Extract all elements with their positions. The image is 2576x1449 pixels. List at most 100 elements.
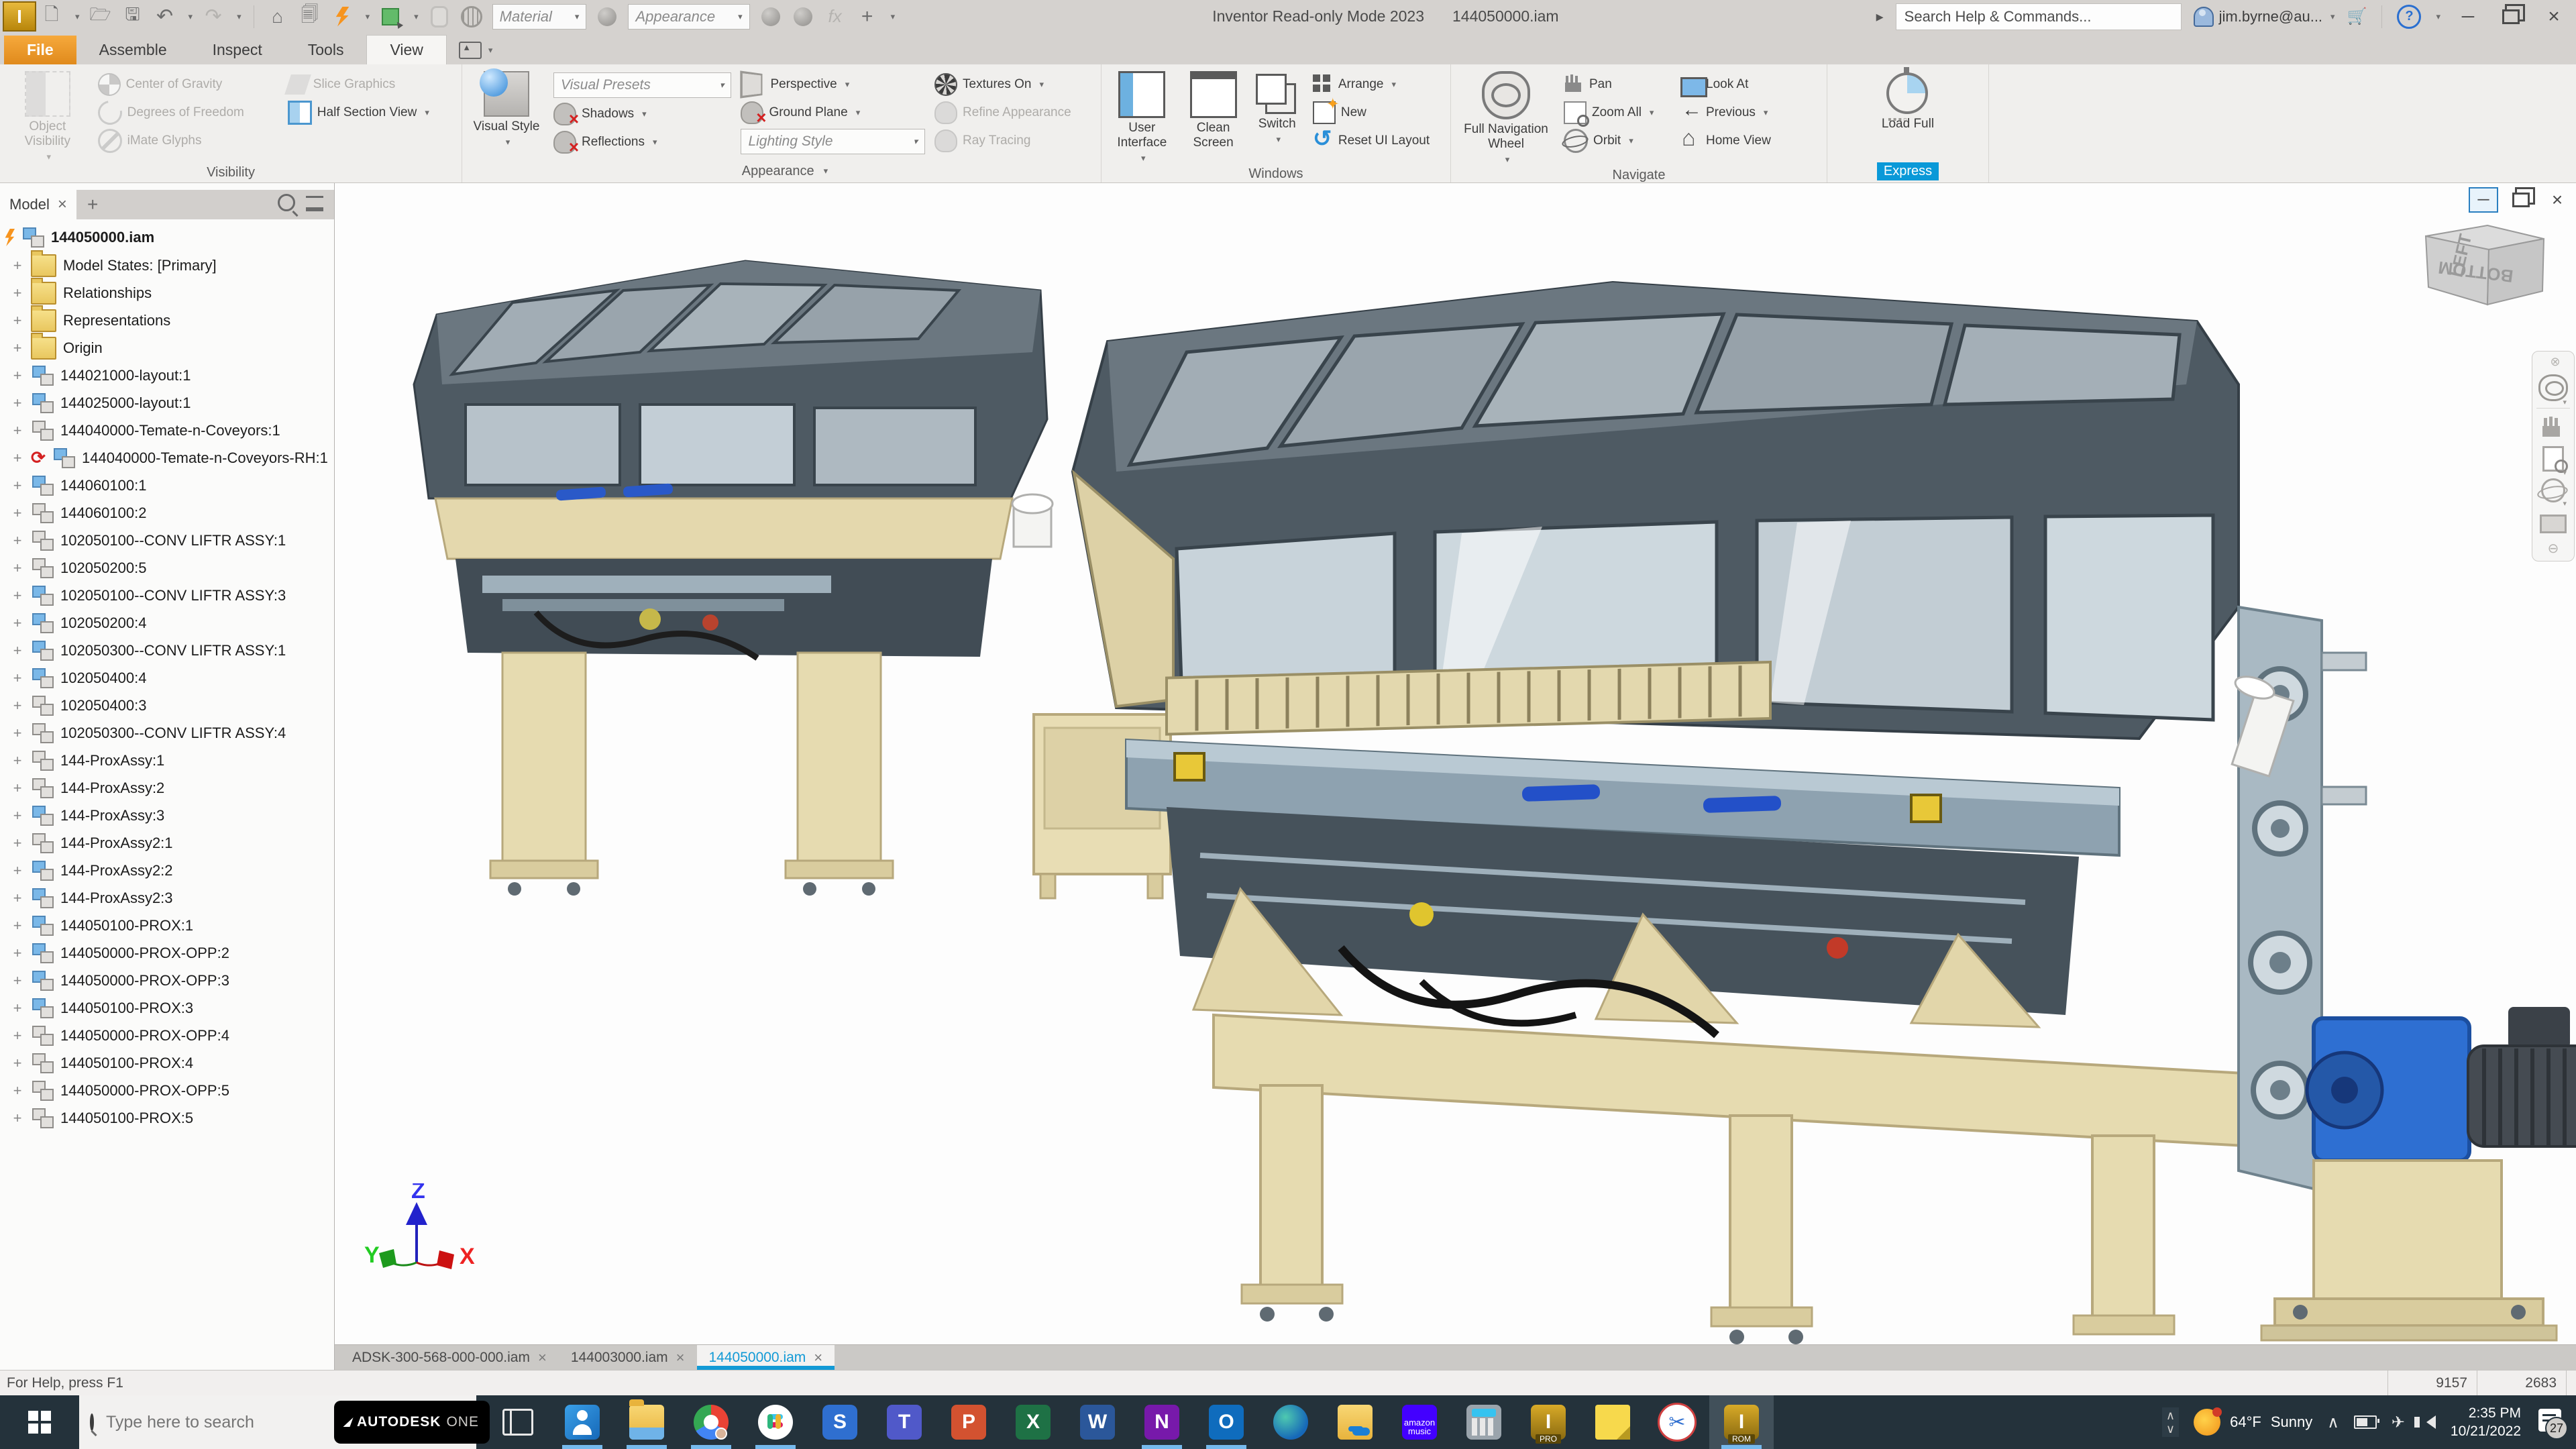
tree-item[interactable]: 144-ProxAssy:3 xyxy=(11,802,334,829)
degrees-of-freedom-button[interactable]: Degrees of Freedom xyxy=(93,95,278,130)
expander-icon[interactable] xyxy=(11,807,24,824)
tree-item[interactable]: 144050000-PROX-OPP:3 xyxy=(11,967,334,994)
onenote-app[interactable]: N xyxy=(1130,1395,1194,1449)
chrome-app[interactable] xyxy=(679,1395,743,1449)
tray-chevron-icon[interactable]: ∧ xyxy=(2327,1413,2339,1432)
tab-assemble[interactable]: Assemble xyxy=(76,36,190,64)
expander-icon[interactable] xyxy=(11,1027,24,1044)
document-tab[interactable]: 144003000.iam xyxy=(559,1345,697,1370)
tree-item[interactable]: 144050000-PROX-OPP:2 xyxy=(11,939,334,967)
navbar-close-icon[interactable]: ⊗ xyxy=(2540,355,2570,368)
tab-tools[interactable]: Tools xyxy=(285,36,367,64)
expander-icon[interactable] xyxy=(11,1082,24,1099)
navbar-more-icon[interactable]: ⊖ xyxy=(2548,540,2559,557)
app-close-button[interactable]: × xyxy=(2538,3,2569,30)
3d-viewport[interactable]: ─ × LEFT BOTTOM ⊗ ▾ ▾ ▾ ⊖ Z Y X xyxy=(335,183,2576,1344)
sticky-notes-app[interactable] xyxy=(1580,1395,1645,1449)
object-visibility-button[interactable]: Object Visibility ▾ xyxy=(7,70,89,164)
onedrive-app[interactable] xyxy=(1323,1395,1387,1449)
calculator-app[interactable] xyxy=(1452,1395,1516,1449)
amazon-music-app[interactable]: amazon music xyxy=(1387,1395,1452,1449)
add-browser-tab-icon[interactable]: + xyxy=(87,194,98,215)
copy-properties-icon[interactable] xyxy=(299,5,321,28)
redo-icon[interactable] xyxy=(202,5,225,28)
material-ball-icon[interactable] xyxy=(596,5,619,28)
visibility-toggle-icon[interactable] xyxy=(428,5,451,28)
panel-label-navigate[interactable]: Navigate xyxy=(1451,166,1827,184)
app-minimize-button[interactable]: ─ xyxy=(2453,3,2483,30)
expander-icon[interactable] xyxy=(11,394,24,412)
expander-icon[interactable] xyxy=(11,724,24,742)
inventor-pro-app[interactable]: I PRO xyxy=(1516,1395,1580,1449)
close-tab-icon[interactable] xyxy=(676,1349,685,1366)
task-view-button[interactable] xyxy=(486,1395,550,1449)
tree-item[interactable]: Relationships xyxy=(11,277,334,307)
expander-icon[interactable] xyxy=(11,835,24,852)
tree-item[interactable]: 102050100--CONV LIFTR ASSY:1 xyxy=(11,527,334,554)
doc-close-button[interactable]: × xyxy=(2544,189,2571,211)
expander-icon[interactable] xyxy=(11,559,24,577)
tree-item[interactable]: Model States: [Primary] xyxy=(11,250,334,279)
document-tab[interactable]: 144050000.iam xyxy=(696,1345,835,1370)
panel-label-appearance[interactable]: Appearance ▾ xyxy=(462,160,1101,182)
inventor-rom-app[interactable]: I ROM xyxy=(1709,1395,1774,1449)
search-expander-icon[interactable] xyxy=(1876,8,1884,25)
close-tab-icon[interactable] xyxy=(814,1349,822,1366)
people-app[interactable] xyxy=(550,1395,614,1449)
panel-label-visibility[interactable]: Visibility xyxy=(0,164,462,182)
expander-icon[interactable] xyxy=(11,752,24,769)
half-section-view-button[interactable]: Half Section View ▾ xyxy=(287,101,455,125)
expander-icon[interactable] xyxy=(11,1000,24,1017)
airplane-mode-icon[interactable]: ✈ xyxy=(2392,1413,2405,1432)
shadows-button[interactable]: Shadows▾ xyxy=(553,102,731,129)
expander-icon[interactable] xyxy=(11,780,24,797)
undo-icon[interactable] xyxy=(154,5,176,28)
slack-app[interactable] xyxy=(743,1395,808,1449)
arrange-button[interactable]: Arrange ▾ xyxy=(1312,72,1444,97)
expander-icon[interactable] xyxy=(11,367,24,384)
expander-icon[interactable] xyxy=(11,945,24,962)
tree-root-item[interactable]: 144050000.iam xyxy=(4,223,334,252)
tray-scroll-arrows[interactable]: ∧ ∨ xyxy=(2161,1407,2180,1437)
center-of-gravity-button[interactable]: Center of Gravity xyxy=(97,72,278,97)
perspective-button[interactable]: Perspective ▾ xyxy=(740,70,925,99)
tree-item[interactable]: 102050100--CONV LIFTR ASSY:3 xyxy=(11,582,334,609)
panel-label-express[interactable]: Express xyxy=(1827,160,1988,182)
component-select-icon[interactable] xyxy=(379,5,402,28)
tree-item[interactable]: 144050100-PROX:4 xyxy=(11,1049,334,1077)
load-full-button[interactable]: Load Full xyxy=(1867,67,1949,133)
edge-app[interactable] xyxy=(1258,1395,1323,1449)
express-lightning-icon[interactable] xyxy=(331,5,354,28)
tree-item[interactable]: 144050100-PROX:5 xyxy=(11,1104,334,1132)
tree-item[interactable]: 144040000-Temate-n-Coveyors-RH:1 xyxy=(11,444,334,472)
expander-icon[interactable] xyxy=(11,312,24,329)
tree-item[interactable]: 144021000-layout:1 xyxy=(11,362,334,389)
reflections-button[interactable]: Reflections▾ xyxy=(553,130,731,158)
panel-label-windows[interactable]: Windows xyxy=(1102,165,1450,183)
clean-screen-button[interactable]: Clean Screen xyxy=(1185,70,1242,152)
pan-button[interactable]: Pan xyxy=(1564,72,1671,97)
tree-item[interactable]: Origin xyxy=(11,332,334,362)
snagit-app[interactable]: S xyxy=(808,1395,872,1449)
expander-icon[interactable] xyxy=(11,972,24,989)
new-window-button[interactable]: New xyxy=(1312,95,1444,125)
expander-icon[interactable] xyxy=(11,890,24,907)
navbar-pan-icon[interactable] xyxy=(2538,415,2568,439)
zoom-all-button[interactable]: Zoom All ▾ xyxy=(1564,101,1671,127)
expander-icon[interactable] xyxy=(11,1055,24,1072)
close-browser-tab-icon[interactable] xyxy=(58,195,67,214)
battery-icon[interactable] xyxy=(2353,1415,2379,1429)
expander-icon[interactable] xyxy=(11,917,24,934)
new-file-icon[interactable] xyxy=(40,5,63,28)
expander-icon[interactable] xyxy=(11,532,24,549)
tree-item[interactable]: 144060100:2 xyxy=(11,499,334,527)
close-tab-icon[interactable] xyxy=(538,1349,547,1366)
browser-search-icon[interactable] xyxy=(278,194,295,215)
excel-app[interactable]: X xyxy=(1001,1395,1065,1449)
inventor-logo-icon[interactable]: I xyxy=(3,1,36,32)
expander-icon[interactable] xyxy=(11,257,24,274)
expander-icon[interactable] xyxy=(11,504,24,522)
expander-icon[interactable] xyxy=(11,669,24,687)
home-view-button[interactable]: Home View xyxy=(1680,125,1801,153)
expander-icon[interactable] xyxy=(11,284,24,302)
